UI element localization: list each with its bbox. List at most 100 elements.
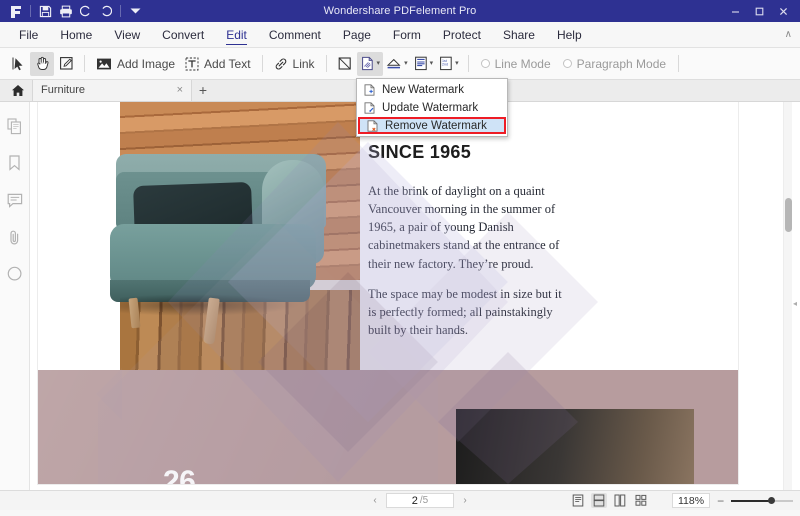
select-tool-button[interactable] bbox=[6, 52, 30, 76]
bookmark-icon[interactable] bbox=[5, 153, 25, 173]
link-button[interactable]: Link bbox=[269, 52, 320, 76]
main-content: OUR HISTORY SINCE 1965 At the brink of d… bbox=[0, 102, 800, 490]
heading-line-2: SINCE 1965 bbox=[368, 142, 495, 164]
add-text-label: Add Text bbox=[204, 57, 250, 71]
menu-item-view[interactable]: View bbox=[103, 22, 151, 48]
menu-item-share[interactable]: Share bbox=[492, 22, 546, 48]
quick-access-toolbar bbox=[0, 2, 145, 20]
save-icon[interactable] bbox=[36, 2, 55, 20]
background-button[interactable]: ▾ bbox=[383, 52, 411, 76]
menu-remove-watermark-label: Remove Watermark bbox=[385, 120, 487, 132]
document-tab-label: Furniture bbox=[41, 84, 171, 96]
page-number-input[interactable]: 2 /5 bbox=[386, 493, 454, 508]
menu-item-page[interactable]: Page bbox=[332, 22, 382, 48]
zoom-slider[interactable] bbox=[731, 496, 793, 506]
line-mode-label: Line Mode bbox=[495, 57, 551, 71]
watermark-caret-icon[interactable]: ▾ bbox=[377, 60, 381, 67]
bates-numbering-button[interactable]: 1st2nd ▾ bbox=[436, 52, 462, 76]
title-bar: Wondershare PDFelement Pro bbox=[0, 0, 800, 22]
close-icon[interactable]: × bbox=[177, 84, 183, 96]
paragraph-mode-radio[interactable]: Paragraph Mode bbox=[557, 57, 672, 71]
sofa-photo bbox=[120, 102, 360, 402]
app-logo-icon bbox=[6, 2, 25, 20]
paperclip-icon[interactable] bbox=[5, 227, 25, 247]
continuous-scroll-view-button[interactable] bbox=[591, 493, 607, 508]
menu-item-comment[interactable]: Comment bbox=[258, 22, 332, 48]
paragraph-1: At the brink of daylight on a quaint Van… bbox=[368, 182, 568, 273]
document-viewer[interactable]: OUR HISTORY SINCE 1965 At the brink of d… bbox=[30, 102, 800, 490]
view-mode-group bbox=[570, 493, 649, 508]
search-circle-icon[interactable] bbox=[5, 264, 25, 284]
watermark-button[interactable]: ▾ bbox=[357, 52, 384, 76]
update-watermark-icon bbox=[363, 102, 375, 115]
undo-icon[interactable] bbox=[76, 2, 95, 20]
comment-icon[interactable] bbox=[5, 190, 25, 210]
zoom-controls: 118% − + bbox=[672, 493, 800, 508]
document-body-text: At the brink of daylight on a quaint Van… bbox=[368, 182, 568, 351]
new-watermark-icon bbox=[363, 84, 375, 97]
menu-new-watermark[interactable]: New Watermark bbox=[357, 81, 507, 99]
pdf-page: OUR HISTORY SINCE 1965 At the brink of d… bbox=[38, 102, 738, 484]
menu-update-watermark[interactable]: Update Watermark bbox=[357, 99, 507, 117]
new-tab-icon[interactable]: + bbox=[192, 79, 214, 101]
add-image-button[interactable]: Add Image bbox=[91, 52, 180, 76]
maximize-button[interactable] bbox=[748, 2, 770, 20]
chevron-up-icon[interactable]: ∧ bbox=[785, 22, 792, 48]
quick-access-divider bbox=[30, 5, 31, 17]
minimize-button[interactable] bbox=[724, 2, 746, 20]
menu-item-form[interactable]: Form bbox=[382, 22, 432, 48]
close-button[interactable] bbox=[772, 2, 794, 20]
quick-access-divider-2 bbox=[120, 5, 121, 17]
paragraph-mode-label: Paragraph Mode bbox=[577, 57, 666, 71]
line-mode-radio-dot bbox=[481, 59, 490, 68]
customize-quick-access-icon[interactable] bbox=[126, 2, 145, 20]
header-footer-caret-icon[interactable]: ▾ bbox=[430, 60, 434, 67]
paragraph-mode-radio-dot bbox=[563, 59, 572, 68]
menu-item-protect[interactable]: Protect bbox=[432, 22, 492, 48]
toolbar-divider-3 bbox=[326, 55, 327, 72]
edit-object-tool-button[interactable] bbox=[54, 52, 78, 76]
total-pages-value: /5 bbox=[420, 495, 428, 506]
bates-caret-icon[interactable]: ▾ bbox=[455, 60, 459, 67]
print-icon[interactable] bbox=[56, 2, 75, 20]
next-page-button[interactable]: › bbox=[458, 495, 472, 506]
panel-collapse-icon[interactable]: ◂ bbox=[791, 292, 799, 314]
crop-button[interactable] bbox=[333, 52, 357, 76]
document-tab-furniture[interactable]: Furniture × bbox=[32, 79, 192, 101]
status-bar: ‹ 2 /5 › 118% − bbox=[0, 490, 800, 510]
menu-remove-watermark[interactable]: Remove Watermark bbox=[358, 117, 506, 134]
menu-bar: File Home View Convert Edit Comment Page… bbox=[0, 22, 800, 48]
home-icon[interactable] bbox=[4, 79, 32, 101]
zoom-slider-handle[interactable] bbox=[768, 497, 775, 504]
menu-item-edit[interactable]: Edit bbox=[215, 22, 258, 48]
svg-text:2nd: 2nd bbox=[442, 63, 448, 67]
zoom-out-button[interactable]: − bbox=[716, 495, 725, 507]
header-footer-button[interactable]: ▾ bbox=[411, 52, 437, 76]
zoom-level-value[interactable]: 118% bbox=[672, 493, 710, 508]
menu-update-watermark-label: Update Watermark bbox=[382, 102, 478, 114]
previous-page-button[interactable]: ‹ bbox=[368, 495, 382, 506]
add-image-label: Add Image bbox=[117, 57, 175, 71]
menu-item-home[interactable]: Home bbox=[49, 22, 103, 48]
menu-item-convert[interactable]: Convert bbox=[151, 22, 215, 48]
menu-item-help[interactable]: Help bbox=[546, 22, 593, 48]
grid-view-button[interactable] bbox=[633, 493, 649, 508]
secondary-dark-photo bbox=[456, 409, 694, 484]
left-sidebar bbox=[0, 102, 30, 490]
current-page-value: 2 bbox=[412, 495, 418, 507]
paragraph-2: The space may be modest in size but it i… bbox=[368, 285, 568, 339]
background-caret-icon[interactable]: ▾ bbox=[404, 60, 408, 67]
two-page-view-button[interactable] bbox=[612, 493, 628, 508]
redo-icon[interactable] bbox=[96, 2, 115, 20]
line-mode-radio[interactable]: Line Mode bbox=[475, 57, 557, 71]
add-text-button[interactable]: Add Text bbox=[180, 52, 255, 76]
pdfelement-window: Wondershare PDFelement Pro File Home Vie… bbox=[0, 0, 800, 516]
single-page-view-button[interactable] bbox=[570, 493, 586, 508]
toolbar-divider-2 bbox=[262, 55, 263, 72]
watermark-dropdown-menu: New Watermark Update Watermark Remove Wa… bbox=[356, 78, 508, 137]
vertical-scrollbar-thumb[interactable] bbox=[785, 198, 792, 232]
pages-thumbnail-icon[interactable] bbox=[5, 116, 25, 136]
hand-tool-button[interactable] bbox=[30, 52, 54, 76]
remove-watermark-icon bbox=[366, 119, 378, 132]
menu-item-file[interactable]: File bbox=[8, 22, 49, 48]
